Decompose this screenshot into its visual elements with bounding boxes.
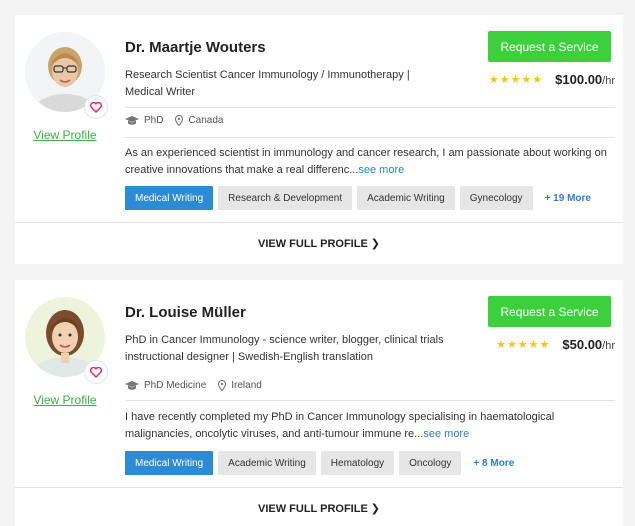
skill-tags: Medical Writing Research & Development A… bbox=[125, 186, 591, 210]
location-label: Ireland bbox=[231, 380, 262, 391]
price-value: $100.00 bbox=[555, 72, 603, 87]
skill-tag[interactable]: Academic Writing bbox=[218, 451, 316, 475]
expert-card: View Profile Dr. Maartje Wouters Researc… bbox=[15, 15, 623, 264]
price-unit: /hr bbox=[602, 75, 615, 87]
star-rating: ★★★★★ bbox=[488, 74, 544, 86]
location-label: Canada bbox=[188, 115, 224, 126]
location: Ireland bbox=[218, 380, 262, 391]
chevron-right-icon: ❯ bbox=[370, 503, 380, 515]
skill-tag[interactable]: Gynecology bbox=[459, 186, 533, 210]
see-more-link[interactable]: see more bbox=[423, 428, 469, 440]
degree-label: PhD bbox=[144, 115, 164, 126]
expert-title: Research Scientist Cancer Immunology / I… bbox=[125, 69, 410, 98]
skill-tag[interactable]: Oncology bbox=[399, 451, 462, 475]
skill-tag[interactable]: Medical Writing bbox=[125, 451, 214, 475]
expert-description: As an experienced scientist in immunolog… bbox=[125, 145, 620, 179]
degree-label: PhD Medicine bbox=[144, 380, 207, 391]
view-full-profile-link[interactable]: VIEW FULL PROFILE ❯ bbox=[15, 237, 623, 250]
divider bbox=[15, 487, 623, 488]
view-profile-link[interactable]: View Profile bbox=[15, 128, 115, 142]
view-profile-link[interactable]: View Profile bbox=[15, 393, 115, 407]
request-service-button[interactable]: Request a Service bbox=[488, 296, 611, 327]
heart-icon[interactable] bbox=[85, 361, 107, 383]
map-pin-icon bbox=[218, 380, 227, 391]
skill-tag[interactable]: Medical Writing bbox=[125, 186, 214, 210]
rating-price-row: ★★★★★ $50.00/hr bbox=[496, 337, 615, 352]
request-service-button[interactable]: Request a Service bbox=[488, 31, 611, 62]
heart-icon[interactable] bbox=[85, 96, 107, 118]
expert-name[interactable]: Dr. Maartje Wouters bbox=[125, 39, 266, 56]
more-tags-link[interactable]: + 8 More bbox=[473, 458, 514, 469]
map-pin-icon bbox=[175, 115, 184, 126]
hourly-price: $50.00/hr bbox=[562, 337, 615, 352]
graduation-cap-icon bbox=[125, 115, 139, 125]
price-unit: /hr bbox=[602, 340, 615, 352]
chevron-right-icon: ❯ bbox=[370, 238, 380, 250]
skill-tag[interactable]: Academic Writing bbox=[357, 186, 455, 210]
degree: PhD Medicine bbox=[125, 380, 206, 391]
view-full-profile-label: VIEW FULL PROFILE bbox=[257, 238, 368, 250]
divider bbox=[125, 107, 615, 108]
expert-meta: PhD Canada bbox=[125, 115, 235, 126]
see-more-link[interactable]: see more bbox=[358, 164, 404, 176]
expert-name[interactable]: Dr. Louise Müller bbox=[125, 304, 246, 321]
price-value: $50.00 bbox=[562, 337, 603, 352]
expert-title: PhD in Cancer Immunology - science write… bbox=[125, 334, 444, 363]
degree: PhD bbox=[125, 115, 163, 126]
avatar-container bbox=[25, 32, 107, 118]
graduation-cap-icon bbox=[125, 380, 139, 390]
hourly-price: $100.00/hr bbox=[555, 72, 615, 87]
view-full-profile-label: VIEW FULL PROFILE bbox=[257, 503, 368, 515]
description-text: I have recently completed my PhD in Canc… bbox=[125, 411, 555, 440]
divider bbox=[125, 400, 615, 401]
expert-description: I have recently completed my PhD in Canc… bbox=[125, 409, 620, 443]
skill-tag[interactable]: Research & Development bbox=[218, 186, 353, 210]
star-rating: ★★★★★ bbox=[496, 339, 551, 351]
divider bbox=[15, 222, 623, 223]
view-full-profile-link[interactable]: VIEW FULL PROFILE ❯ bbox=[15, 502, 623, 515]
skill-tags: Medical Writing Academic Writing Hematol… bbox=[125, 451, 514, 475]
divider bbox=[125, 137, 615, 138]
location: Canada bbox=[175, 115, 223, 126]
skill-tag[interactable]: Hematology bbox=[320, 451, 395, 475]
avatar-container bbox=[25, 297, 107, 383]
rating-price-row: ★★★★★ $100.00/hr bbox=[489, 72, 615, 87]
expert-meta: PhD Medicine Ireland bbox=[125, 380, 274, 391]
expert-card: View Profile Dr. Louise Müller PhD in Ca… bbox=[15, 280, 623, 526]
more-tags-link[interactable]: + 19 More bbox=[545, 193, 591, 204]
